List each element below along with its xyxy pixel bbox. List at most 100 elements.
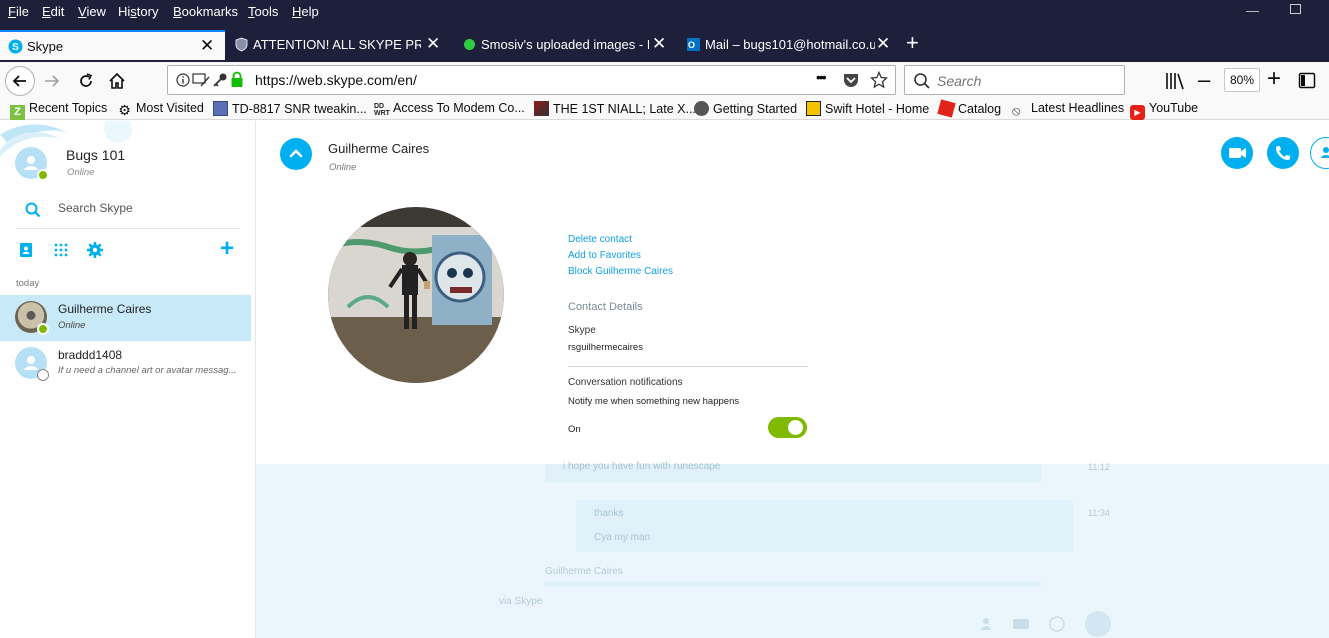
message-text: Cya my man bbox=[594, 532, 651, 543]
profile-name[interactable]: Bugs 101 bbox=[66, 147, 125, 163]
page-actions-icon[interactable]: ••• bbox=[816, 69, 827, 85]
add-contact-button[interactable] bbox=[1310, 137, 1329, 169]
bookmark-recent-topics[interactable]: Z Recent Topics bbox=[10, 101, 107, 120]
recent-item-guilherme[interactable]: Guilherme Caires Online bbox=[0, 295, 251, 341]
info-icon[interactable] bbox=[176, 73, 190, 87]
close-icon[interactable]: ✕ bbox=[426, 35, 440, 52]
sidebar-toggle-icon[interactable] bbox=[1298, 72, 1316, 89]
emoji-icon bbox=[1049, 616, 1065, 632]
bookmark-label: TD-8817 SNR tweakin... bbox=[232, 102, 367, 116]
menu-bar: File Edit View History Bookmarks Tools H… bbox=[0, 0, 1329, 24]
toggle-knob bbox=[788, 420, 803, 435]
search-box[interactable]: Search bbox=[904, 65, 1125, 95]
contact-subtitle: Online bbox=[58, 320, 86, 331]
delete-contact-link[interactable]: Delete contact bbox=[568, 234, 632, 245]
skype-icon: S bbox=[8, 39, 23, 54]
menu-tools[interactable]: Tools bbox=[248, 4, 278, 19]
profile-avatar[interactable] bbox=[15, 147, 49, 181]
online-status-icon bbox=[37, 169, 49, 181]
add-to-favorites-link[interactable]: Add to Favorites bbox=[568, 250, 641, 261]
home-icon[interactable] bbox=[107, 71, 127, 91]
toggle-state-label: On bbox=[568, 424, 581, 435]
bookmark-latest-headlines[interactable]: ⦸ Latest Headlines bbox=[1012, 101, 1124, 118]
minimize-icon[interactable]: — bbox=[1246, 3, 1259, 18]
chat-footer-text: via Skype bbox=[499, 596, 543, 607]
menu-view[interactable]: View bbox=[78, 4, 106, 19]
recent-item-braddd[interactable]: braddd1408 If u need a channel art or av… bbox=[0, 342, 251, 388]
youtube-icon: ▶ bbox=[1130, 105, 1145, 120]
block-contact-link[interactable]: Block Guilherme Caires bbox=[568, 266, 673, 277]
send-icon bbox=[1085, 611, 1111, 637]
tab-strip: S Skype ✕ ATTENTION! ALL SKYPE PROO ✕ Sm… bbox=[0, 24, 1329, 62]
zoom-in-icon[interactable]: + bbox=[1267, 65, 1281, 93]
details-divider bbox=[568, 366, 808, 367]
reload-icon[interactable] bbox=[76, 71, 96, 91]
bookmark-swift-hotel[interactable]: Swift Hotel - Home bbox=[806, 101, 929, 116]
back-button[interactable] bbox=[5, 66, 35, 96]
lock-icon[interactable] bbox=[230, 71, 244, 88]
close-icon[interactable]: ✕ bbox=[200, 37, 214, 54]
contact-name: braddd1408 bbox=[58, 348, 123, 362]
tab-skype[interactable]: S Skype ✕ bbox=[0, 30, 225, 60]
online-status-icon bbox=[37, 323, 49, 335]
chat-overlay: i hope you have fun with runescape 11:12… bbox=[256, 461, 1329, 638]
url-text[interactable]: https://web.skype.com/en/ bbox=[255, 72, 417, 88]
search-icon bbox=[914, 73, 930, 89]
zoom-level[interactable]: 80% bbox=[1224, 68, 1260, 92]
tab-mail[interactable]: O Mail – bugs101@hotmail.co.uk ✕ bbox=[678, 30, 900, 60]
contact-profile-picture bbox=[328, 207, 504, 383]
settings-gear-icon[interactable] bbox=[86, 241, 104, 259]
contact-avatar bbox=[15, 347, 49, 381]
pocket-icon[interactable] bbox=[842, 72, 860, 89]
bookmark-modem[interactable]: DD WRT Access To Modem Co... bbox=[374, 101, 525, 118]
menu-bookmarks[interactable]: Bookmarks bbox=[173, 4, 238, 19]
profile-status: Online bbox=[67, 167, 95, 178]
message-bubble bbox=[545, 581, 1041, 587]
menu-history[interactable]: History bbox=[118, 4, 158, 19]
menu-help[interactable]: Help bbox=[292, 4, 319, 19]
add-icon[interactable]: + bbox=[220, 235, 234, 263]
bookmark-niall[interactable]: THE 1ST NIALL; Late X... bbox=[534, 101, 696, 116]
green-dot-icon bbox=[462, 37, 477, 52]
tab-title: ATTENTION! ALL SKYPE PROO bbox=[253, 37, 421, 52]
permissions-icon[interactable] bbox=[192, 72, 210, 88]
tab-title: Skype bbox=[27, 39, 64, 54]
close-icon[interactable]: ✕ bbox=[876, 35, 890, 52]
search-placeholder: Search Skype bbox=[58, 201, 133, 215]
menu-edit[interactable]: Edit bbox=[42, 4, 64, 19]
key-icon[interactable] bbox=[212, 72, 228, 88]
bookmark-most-visited[interactable]: ⚙ Most Visited bbox=[117, 101, 204, 118]
forward-icon[interactable] bbox=[42, 71, 62, 91]
url-bar[interactable]: https://web.skype.com/en/ ••• bbox=[167, 65, 896, 95]
new-tab-icon[interactable]: + bbox=[906, 32, 919, 54]
audio-call-button[interactable] bbox=[1267, 137, 1299, 169]
library-icon[interactable] bbox=[1164, 71, 1186, 91]
bookmark-star-icon[interactable] bbox=[870, 71, 888, 89]
collapse-profile-button[interactable] bbox=[280, 138, 312, 170]
close-icon[interactable]: ✕ bbox=[652, 35, 666, 52]
bookmark-youtube[interactable]: ▶ YouTube bbox=[1130, 101, 1198, 120]
bookmark-td8817[interactable]: TD-8817 SNR tweakin... bbox=[213, 101, 367, 116]
tab-smosiv[interactable]: Smosiv's uploaded images - Im ✕ bbox=[454, 30, 676, 60]
notifications-heading: Conversation notifications bbox=[568, 377, 683, 388]
bookmark-getting-started[interactable]: Getting Started bbox=[694, 101, 797, 116]
video-call-button[interactable] bbox=[1221, 137, 1253, 169]
contact-subtitle: If u need a channel art or avatar messag… bbox=[58, 365, 237, 376]
contacts-icon[interactable] bbox=[18, 242, 34, 258]
tab-title: Mail – bugs101@hotmail.co.uk bbox=[705, 37, 875, 52]
z-icon: Z bbox=[10, 105, 25, 120]
skype-id-value: rsguilhermecaires bbox=[568, 342, 643, 353]
tab-attention[interactable]: ATTENTION! ALL SKYPE PROO ✕ bbox=[226, 30, 448, 60]
zoom-out-icon[interactable]: – bbox=[1198, 67, 1210, 93]
offline-status-icon bbox=[37, 369, 49, 381]
search-skype-field[interactable]: Search Skype bbox=[16, 193, 240, 229]
restore-icon[interactable] bbox=[1290, 4, 1301, 14]
notifications-toggle[interactable] bbox=[768, 417, 807, 438]
message-text: thanks bbox=[594, 508, 624, 519]
bookmark-catalog[interactable]: Catalog bbox=[937, 99, 1001, 118]
message-time: 11:12 bbox=[1088, 462, 1110, 472]
main-panel: i hope you have fun with runescape 11:12… bbox=[256, 121, 1329, 638]
skype-label: Skype bbox=[568, 325, 596, 336]
dialpad-icon[interactable] bbox=[53, 242, 69, 258]
menu-file[interactable]: File bbox=[8, 4, 29, 19]
